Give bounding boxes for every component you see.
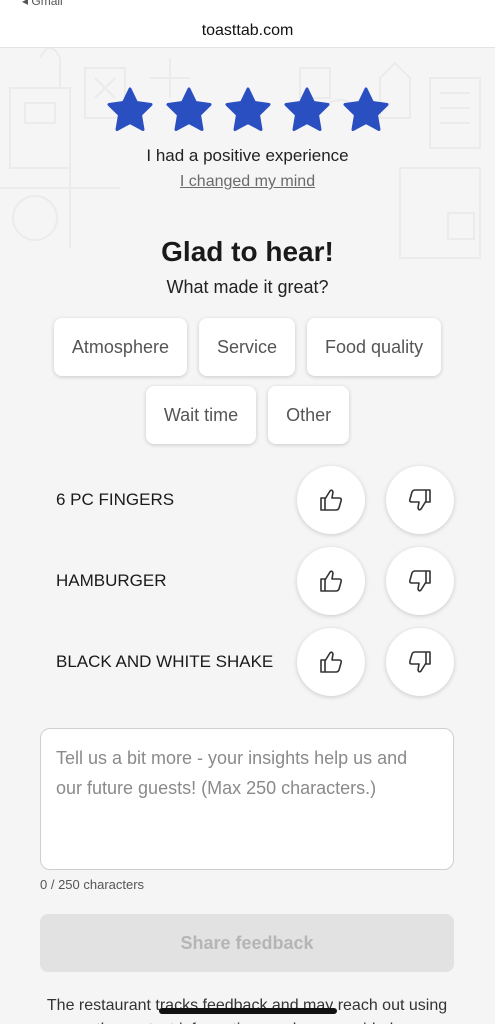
item-name: 6 PC FINGERS: [56, 490, 175, 509]
item-name: HAMBURGER: [56, 571, 167, 590]
page-subheading: What made it great?: [166, 277, 329, 297]
thumbs-down-icon: [408, 489, 431, 511]
change-mind-link[interactable]: I changed my mind: [0, 173, 495, 191]
chip-wait-time[interactable]: Wait time: [145, 386, 257, 444]
chip-atmosphere[interactable]: Atmosphere: [53, 318, 187, 376]
feedback-comment-textarea[interactable]: Tell us a bit more - your insights help …: [40, 728, 454, 870]
browser-url-bar[interactable]: ◂ Gmail toasttab.com: [0, 0, 495, 48]
character-counter: 0 / 250 characters: [40, 877, 145, 892]
item-row: BLACK AND WHITE SHAKE: [0, 628, 495, 698]
thumbs-down-button[interactable]: [386, 547, 454, 615]
thumbs-down-button[interactable]: [386, 466, 454, 534]
chip-food-quality[interactable]: Food quality: [307, 318, 442, 376]
thumbs-up-icon: [320, 570, 343, 592]
rating-summary: I had a positive experience: [146, 146, 349, 165]
thumbs-down-icon: [408, 651, 431, 673]
home-indicator: [159, 1008, 337, 1014]
back-to-app-link[interactable]: ◂ Gmail: [22, 0, 63, 8]
star-icon-2[interactable]: [164, 86, 214, 136]
star-icon-3[interactable]: [223, 86, 273, 136]
thumbs-up-button[interactable]: [297, 547, 365, 615]
thumbs-down-button[interactable]: [386, 628, 454, 696]
item-row: HAMBURGER: [0, 547, 495, 617]
star-rating[interactable]: [0, 86, 495, 136]
url-domain[interactable]: toasttab.com: [0, 22, 495, 40]
share-feedback-button[interactable]: Share feedback: [40, 914, 454, 972]
item-name: BLACK AND WHITE SHAKE: [56, 652, 274, 671]
item-row: 6 PC FINGERS: [0, 466, 495, 536]
chip-other[interactable]: Other: [268, 386, 350, 444]
star-icon-5[interactable]: [341, 86, 391, 136]
page-heading: Glad to hear!: [161, 236, 334, 267]
thumbs-up-icon: [320, 651, 343, 673]
chip-service[interactable]: Service: [198, 318, 296, 376]
star-icon-4[interactable]: [282, 86, 332, 136]
star-icon-1[interactable]: [105, 86, 155, 136]
feedback-chips-row-1: Atmosphere Service Food quality: [0, 318, 495, 376]
thumbs-up-button[interactable]: [297, 466, 365, 534]
feedback-chips-row-2: Wait time Other: [0, 386, 495, 444]
thumbs-up-button[interactable]: [297, 628, 365, 696]
thumbs-up-icon: [320, 489, 343, 511]
thumbs-down-icon: [408, 570, 431, 592]
